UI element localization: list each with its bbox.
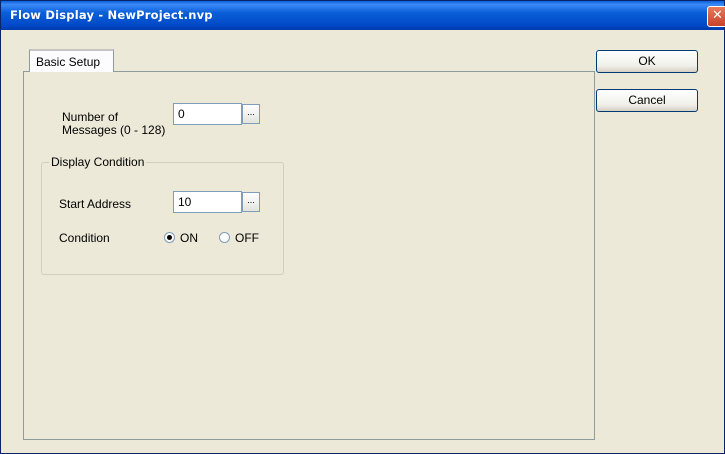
messages-label-line1: Number of (62, 110, 119, 124)
display-condition-group (41, 162, 284, 275)
tab-basic-setup[interactable]: Basic Setup (29, 49, 114, 72)
dialog-window: Flow Display - NewProject.nvp ✕ Basic Se… (0, 0, 725, 454)
radio-on-label: ON (180, 231, 198, 245)
tab-label: Basic Setup (36, 55, 101, 69)
radio-on[interactable] (164, 232, 175, 243)
close-icon[interactable]: ✕ (707, 6, 725, 27)
radio-off-label: OFF (235, 231, 259, 245)
start-address-browse-button[interactable]: ... (242, 192, 260, 212)
start-address-label: Start Address (59, 197, 132, 211)
radio-off[interactable] (219, 232, 230, 243)
messages-browse-button[interactable]: ... (242, 104, 260, 124)
title-bar[interactable]: Flow Display - NewProject.nvp (1, 1, 724, 30)
start-address-input[interactable]: 10 (173, 191, 242, 213)
display-condition-legend: Display Condition (49, 155, 147, 169)
messages-label-line2: Messages (0 - 128) (62, 123, 166, 137)
condition-label: Condition (59, 231, 110, 245)
ok-button[interactable]: OK (596, 50, 698, 73)
window-title: Flow Display - NewProject.nvp (10, 8, 213, 22)
messages-input[interactable]: 0 (173, 103, 242, 125)
cancel-button[interactable]: Cancel (596, 89, 698, 112)
